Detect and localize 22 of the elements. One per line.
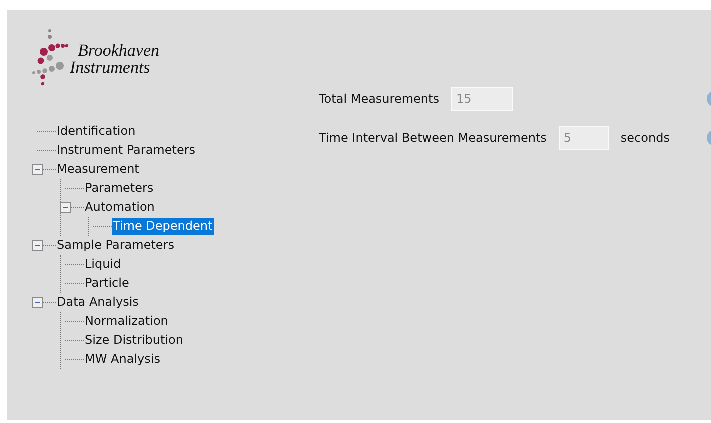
tree-item[interactable]: Sample Parameters [56,237,176,254]
field-label: Total Measurements [319,91,440,108]
tree-item[interactable]: Automation [84,199,156,216]
collapse-toggle[interactable] [32,164,43,175]
tree-item[interactable]: Instrument Parameters [56,142,197,159]
unit-label: seconds [620,130,670,147]
collapse-toggle[interactable] [60,202,71,213]
logo-text: Instruments [70,59,152,76]
collapse-toggle[interactable] [32,240,43,251]
tree-item[interactable]: Particle [84,275,130,292]
tree-item[interactable]: Data Analysis [56,294,140,311]
tree-item[interactable]: Size Distribution [84,332,184,349]
tree-item[interactable]: MW Analysis [84,351,162,368]
logo-text: Brookhaven [78,42,160,59]
tree-item[interactable]: Measurement [56,161,140,178]
collapse-toggle[interactable] [32,297,43,308]
field-label: Time Interval Between Measurements [319,130,547,147]
tree-item[interactable]: Time Dependent [112,218,214,235]
tree-item[interactable]: Parameters [84,180,155,197]
tree-item[interactable]: Normalization [84,313,170,330]
tree-item[interactable]: Identification [56,123,137,140]
tree-item[interactable]: Liquid [84,256,122,273]
